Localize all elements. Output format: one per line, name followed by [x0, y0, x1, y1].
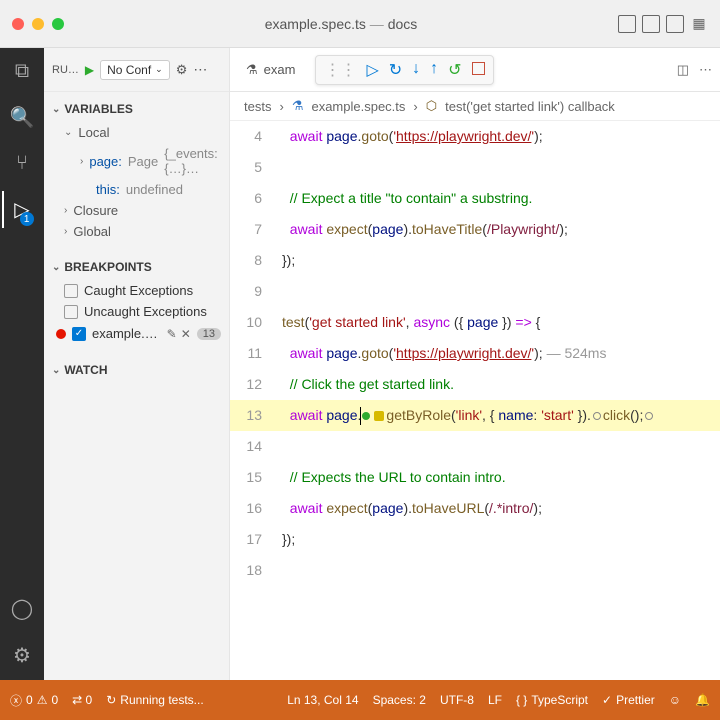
stop-icon[interactable] [472, 62, 485, 75]
step-into-icon[interactable]: ↓ [412, 60, 420, 80]
split-editor-icon[interactable]: ◫ [677, 62, 689, 78]
status-bar: ⓧ 0 ⚠ 0 ⇄ 0 ↻ Running tests... Ln 13, Co… [0, 680, 720, 720]
scope-local[interactable]: ⌄Local [44, 122, 229, 143]
debug-sidebar: RU… ▶ No Conf⌄ ⚙ ⋯ ⌄VARIABLES ⌄Local ›pa… [44, 48, 230, 680]
var-page[interactable]: ›page: Page {_events: {…}… [44, 143, 229, 179]
close-window[interactable] [12, 18, 24, 30]
editor-tab[interactable]: ⚗exam [238, 58, 303, 82]
editor-more-icon[interactable]: ⋯ [699, 62, 712, 78]
run-debug-icon[interactable]: ▷1 [14, 197, 29, 222]
toggle-secondary-sidebar-icon[interactable] [666, 15, 684, 33]
remove-breakpoint-icon[interactable]: ✕ [181, 327, 191, 341]
drag-handle-icon[interactable]: ⋮⋮ [324, 60, 356, 80]
titlebar: example.spec.ts — docs ▦ [0, 0, 720, 48]
scope-global[interactable]: ›Global [44, 221, 229, 242]
step-over-icon[interactable]: ↻ [389, 60, 402, 80]
status-eol[interactable]: LF [488, 693, 502, 707]
debug-more-icon[interactable]: ⋯ [193, 61, 207, 78]
breakpoint-item[interactable]: ✓ example.s… ✎✕ 13 [44, 322, 229, 345]
status-errors[interactable]: ⓧ 0 ⚠ 0 [10, 692, 58, 709]
caught-exceptions-toggle[interactable]: Caught Exceptions [44, 280, 229, 301]
start-debug-icon[interactable]: ▶ [85, 63, 94, 77]
status-encoding[interactable]: UTF-8 [440, 693, 474, 707]
status-language[interactable]: { } TypeScript [516, 693, 588, 707]
debug-config-dropdown[interactable]: No Conf⌄ [100, 60, 170, 80]
search-icon[interactable]: 🔍 [10, 105, 35, 130]
maximize-window[interactable] [52, 18, 64, 30]
variables-section-header[interactable]: ⌄VARIABLES [44, 98, 229, 120]
window-controls [12, 18, 64, 30]
run-label: RU… [52, 64, 79, 76]
source-control-icon[interactable]: ⑂ [16, 152, 28, 175]
breakpoints-section-header[interactable]: ⌄BREAKPOINTS [44, 256, 229, 278]
var-this: this: undefined [44, 179, 229, 200]
explorer-icon[interactable]: ⧉ [15, 60, 29, 83]
scope-closure[interactable]: ›Closure [44, 200, 229, 221]
status-feedback-icon[interactable]: ☺ [669, 693, 681, 707]
step-out-icon[interactable]: ↑ [430, 60, 438, 80]
code-editor[interactable]: 4 await page.goto('https://playwright.de… [230, 121, 720, 586]
editor-area: ⚗exam ⋮⋮ ▷ ↻ ↓ ↑ ↺ ◫ ⋯ tests› ⚗example.s… [230, 48, 720, 680]
watch-section-header[interactable]: ⌄WATCH [44, 359, 229, 381]
minimize-window[interactable] [32, 18, 44, 30]
accounts-icon[interactable]: ◯ [11, 596, 33, 621]
breakpoint-line-badge: 13 [197, 328, 221, 340]
debug-toolbar: ⋮⋮ ▷ ↻ ↓ ↑ ↺ [315, 55, 493, 85]
settings-gear-icon[interactable]: ⚙ [13, 643, 31, 668]
test-file-icon: ⚗ [246, 62, 258, 78]
breadcrumb[interactable]: tests› ⚗example.spec.ts› ⬡test('get star… [230, 92, 720, 121]
debug-settings-icon[interactable]: ⚙ [176, 62, 188, 78]
customize-layout-icon[interactable]: ▦ [690, 15, 708, 33]
layout-controls: ▦ [618, 15, 708, 33]
status-prettier[interactable]: ✓ Prettier [602, 693, 655, 707]
continue-icon[interactable]: ▷ [366, 60, 378, 80]
breakpoint-enabled-checkbox[interactable]: ✓ [72, 327, 86, 341]
restart-icon[interactable]: ↺ [448, 60, 461, 80]
status-port[interactable]: ⇄ 0 [72, 693, 92, 707]
toggle-primary-sidebar-icon[interactable] [618, 15, 636, 33]
status-running[interactable]: ↻ Running tests... [106, 693, 203, 707]
window-title: example.spec.ts — docs [64, 16, 618, 32]
edit-breakpoint-icon[interactable]: ✎ [167, 327, 177, 341]
breakpoint-indicator-icon [56, 329, 66, 339]
toggle-panel-icon[interactable] [642, 15, 660, 33]
editor-tabbar: ⚗exam ⋮⋮ ▷ ↻ ↓ ↑ ↺ ◫ ⋯ [230, 48, 720, 92]
uncaught-exceptions-toggle[interactable]: Uncaught Exceptions [44, 301, 229, 322]
status-cursor-pos[interactable]: Ln 13, Col 14 [287, 693, 358, 707]
status-bell-icon[interactable]: 🔔 [695, 693, 710, 707]
status-indent[interactable]: Spaces: 2 [373, 693, 426, 707]
activity-bar: ⧉ 🔍 ⑂ ▷1 ◯ ⚙ [0, 48, 44, 680]
